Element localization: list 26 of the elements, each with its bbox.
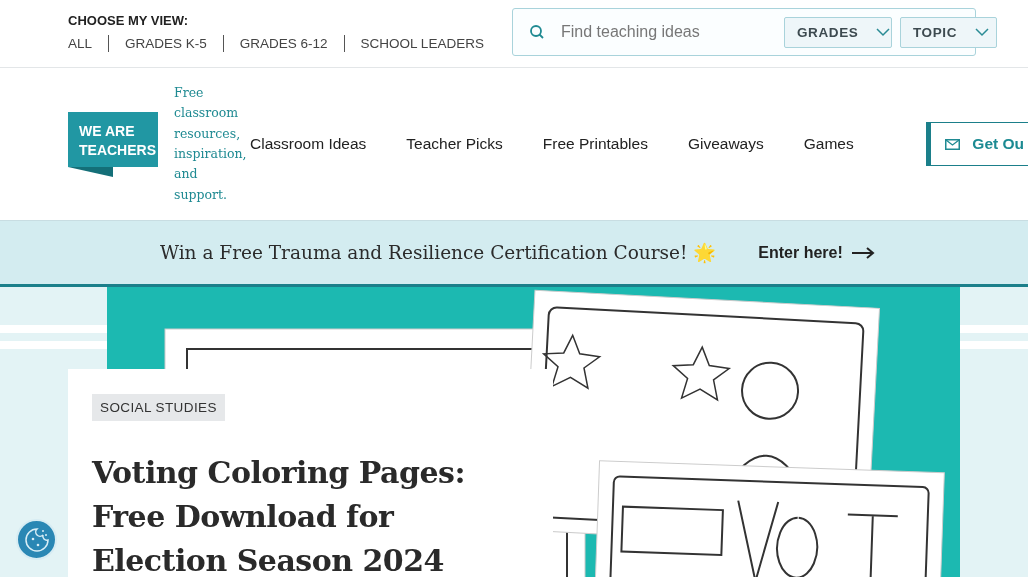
filter-dropdown[interactable]: GRADES: [784, 16, 892, 48]
chevron-down-icon: [876, 27, 891, 37]
site-tagline: Free classroom resources, inspiration, and support.: [174, 84, 248, 204]
view-chooser-label: CHOOSE MY VIEW:: [68, 13, 190, 28]
nav-link[interactable]: Giveaways: [687, 135, 764, 153]
newsletter-button[interactable]: Get Ou: [926, 122, 1028, 166]
article-title: Voting Coloring Pages: Free Download for Election Season 2024: [92, 454, 466, 578]
chevron-down-icon: [975, 27, 989, 37]
filter-dropdown[interactable]: TOPIC: [900, 16, 997, 48]
enter-link[interactable]: Enter here!: [758, 243, 875, 262]
nav-link[interactable]: Teacher Picks: [406, 135, 503, 153]
cookie-settings-button[interactable]: [16, 519, 57, 560]
view-option-link[interactable]: ALL: [68, 35, 109, 52]
category-tag[interactable]: SOCIAL STUDIES: [92, 394, 225, 421]
cookie-icon: [23, 526, 50, 553]
search-field[interactable]: Find teaching ideas: [553, 23, 776, 41]
nav-link[interactable]: Free Printables: [542, 135, 648, 153]
search-icon: [529, 24, 545, 40]
promo-text: Win a Free Trauma and Resilience Certification Course! 🌟: [160, 241, 717, 264]
nav-link[interactable]: Classroom Ideas: [250, 135, 367, 153]
nav-link[interactable]: Games: [803, 135, 854, 153]
view-option-link[interactable]: GRADES K-5: [108, 35, 223, 52]
view-option-link[interactable]: GRADES 6-12: [222, 35, 344, 52]
arrow-right-icon: [850, 246, 875, 259]
view-option-link[interactable]: SCHOOL LEADERS: [343, 35, 500, 52]
envelope-icon: [945, 138, 961, 150]
